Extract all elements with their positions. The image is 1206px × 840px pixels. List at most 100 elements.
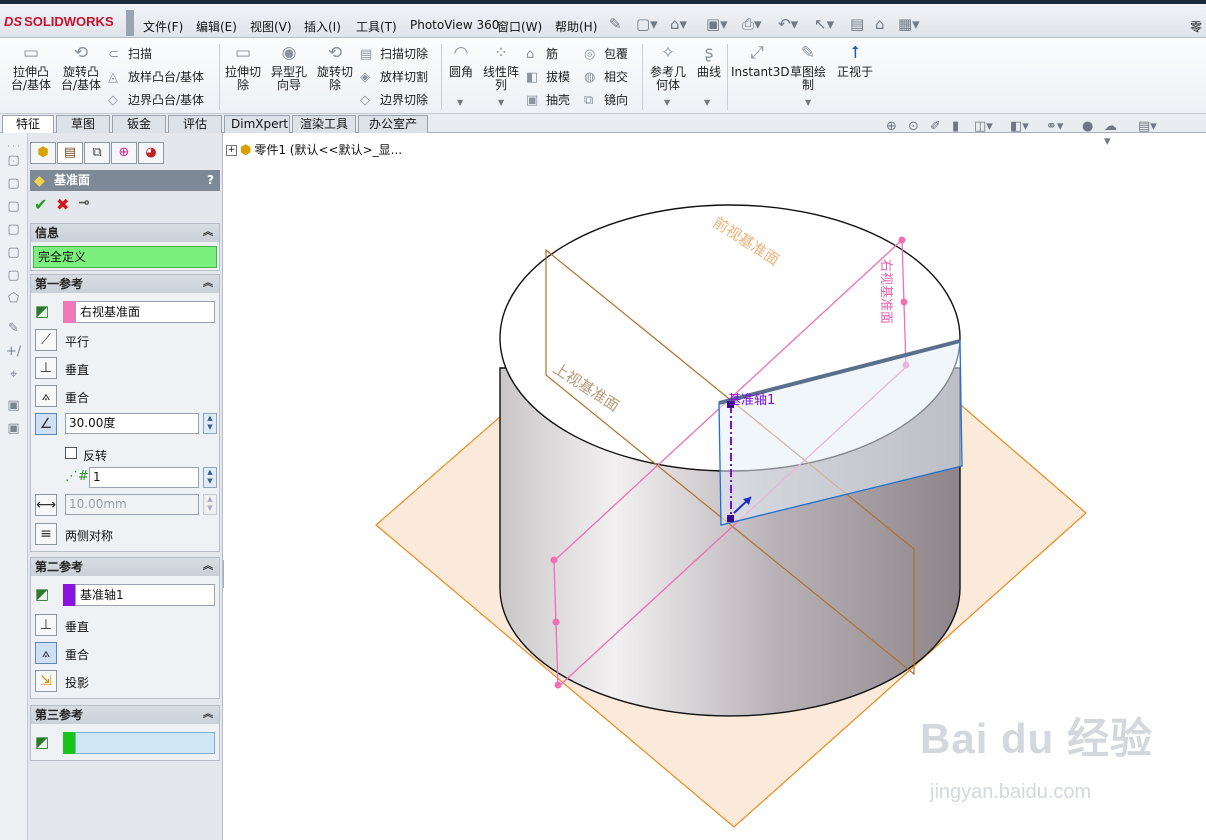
open-file-icon[interactable]: ⌂▾ xyxy=(670,15,687,33)
instant3d-button[interactable]: ⤢ Instant3D xyxy=(731,42,790,79)
cube-icon[interactable]: ▢ xyxy=(5,153,22,168)
collapse-icon[interactable]: ︽ xyxy=(203,706,213,724)
menu-help[interactable]: 帮助(H) xyxy=(555,18,597,35)
ok-check-icon[interactable]: ✔ xyxy=(34,195,47,214)
layer-icon[interactable]: ▣ xyxy=(5,421,22,436)
revolve-boss-button[interactable]: ⟲ 旋转凸 台/基体 xyxy=(58,42,104,92)
mid-plane-icon[interactable]: ≡ xyxy=(35,523,57,545)
plane-handle[interactable] xyxy=(550,556,558,564)
plane-handle[interactable] xyxy=(552,618,560,626)
section-view-icon[interactable]: ▮ xyxy=(952,119,959,134)
sketch-button[interactable]: ✎ 草图绘 制 xyxy=(787,42,829,92)
rebuild-icon[interactable]: ▤ xyxy=(850,15,864,33)
cancel-x-icon[interactable]: ✖ xyxy=(56,195,69,214)
tab-office-products[interactable]: 办公室产品 xyxy=(358,115,428,148)
feature-tree-tab-icon[interactable]: ⬢ xyxy=(30,142,56,164)
view-orientation-icon[interactable]: ◫▾ xyxy=(974,119,993,134)
property-manager-tab-icon[interactable]: ▤ xyxy=(57,142,83,164)
flip-checkbox[interactable] xyxy=(65,447,77,459)
pushpin-icon[interactable]: ⊸ xyxy=(78,195,90,211)
perpendicular-icon[interactable]: ⊥ xyxy=(35,357,57,379)
extrude-boss-button[interactable]: ▭ 拉伸凸 台/基体 xyxy=(8,42,54,92)
angle-input[interactable]: 30.00度 xyxy=(65,413,199,434)
menu-edit[interactable]: 编辑(E) xyxy=(196,18,237,35)
scene-icon[interactable]: ☁▾ xyxy=(1104,119,1117,149)
cube-icon[interactable]: ▢ xyxy=(5,176,22,191)
linear-pattern-button[interactable]: ⁘ 线性阵 列 xyxy=(481,42,521,92)
layer-icon[interactable]: ▣ xyxy=(5,398,22,413)
second-reference-selection[interactable]: ◩ 基准轴1 xyxy=(35,582,219,606)
revolve-cut-button[interactable]: ⟲ 旋转切 除 xyxy=(314,42,356,92)
parallel-icon[interactable]: ⟋ xyxy=(35,329,57,351)
info-group-header[interactable]: 信息 ︽ xyxy=(31,224,219,242)
wrap-button[interactable]: ◎ 包覆 xyxy=(584,45,628,62)
options-icon[interactable]: ▦▾ xyxy=(898,15,920,33)
draft-button[interactable]: ◧ 拔模 xyxy=(526,68,570,85)
save-icon[interactable]: ▣▾ xyxy=(706,15,728,33)
reference-geometry-button[interactable]: ✧ 参考几 何体 xyxy=(646,42,690,92)
third-reference-selection[interactable]: ◩ xyxy=(35,730,219,754)
plane-handle[interactable] xyxy=(900,298,908,306)
sweep-button[interactable]: ⊂ 扫描 xyxy=(108,45,152,62)
shell-button[interactable]: ▣ 抽壳 xyxy=(526,91,570,108)
undo-icon[interactable]: ↶▾ xyxy=(778,15,798,33)
dimxpert-tab-icon[interactable]: ⊕ xyxy=(111,142,137,164)
menu-pin-handle[interactable] xyxy=(126,10,134,36)
menu-view[interactable]: 视图(V) xyxy=(250,18,292,35)
tab-sketch[interactable]: 草图 xyxy=(56,115,110,133)
fillet-dropdown-icon[interactable]: ▼ xyxy=(457,98,463,107)
curves-dropdown-icon[interactable]: ▼ xyxy=(704,98,710,107)
project-icon[interactable]: ⇲ xyxy=(35,670,57,692)
new-file-icon[interactable]: ▢▾ xyxy=(636,15,658,33)
cube-icon[interactable]: ▢ xyxy=(5,222,22,237)
zoom-area-icon[interactable]: ⊙ xyxy=(908,119,919,134)
second-reference-header[interactable]: 第二参考 ︽ xyxy=(31,558,219,576)
intersect-button[interactable]: ◍ 相交 xyxy=(584,68,628,85)
cube-icon[interactable]: ⬠ xyxy=(5,291,22,306)
extrude-cut-button[interactable]: ▭ 拉伸切 除 xyxy=(222,42,264,92)
first-reference-field[interactable]: 右视基准面 xyxy=(75,301,215,323)
appearance-icon[interactable]: ● xyxy=(1082,119,1093,134)
pattern-dropdown-icon[interactable]: ▼ xyxy=(498,98,504,107)
axis-endpoint[interactable] xyxy=(727,515,734,522)
distance-icon[interactable]: ⟷ xyxy=(35,494,57,516)
swept-cut-button[interactable]: ▤ 扫描切除 xyxy=(360,45,428,62)
plane-handle[interactable] xyxy=(898,236,906,244)
previous-view-icon[interactable]: ✐ xyxy=(930,119,941,134)
tab-render-tools[interactable]: 渲染工具 xyxy=(292,115,356,133)
plane-count-input[interactable]: 1 xyxy=(89,467,199,488)
tab-features[interactable]: 特征 xyxy=(2,115,54,134)
sketch-tool-icon[interactable]: ⌖ xyxy=(5,367,22,382)
view-settings-icon[interactable]: ▤▾ xyxy=(1138,119,1157,134)
cube-icon[interactable]: ▢ xyxy=(5,199,22,214)
select-icon[interactable]: ↖▾ xyxy=(814,15,834,33)
third-reference-header[interactable]: 第三参考 ︽ xyxy=(31,706,219,724)
distance-option[interactable]: ⟷ 10.00mm ▲ ▼ xyxy=(35,494,219,518)
solidworks-logo[interactable]: DS SOLIDWORKS xyxy=(4,14,120,36)
hide-show-icon[interactable]: ⚭▾ xyxy=(1046,119,1063,134)
plane-count-option[interactable]: ⋰# 1 ▲ ▼ xyxy=(35,467,219,491)
angle-icon[interactable]: ∠ xyxy=(35,413,57,435)
third-reference-field[interactable] xyxy=(75,732,215,754)
perpendicular-icon[interactable]: ⊥ xyxy=(35,614,57,636)
feature-tree-flyout[interactable]: + ⬢ 零件1 (默认<<默认>_显... xyxy=(226,141,402,158)
configuration-manager-tab-icon[interactable]: ⧉ xyxy=(84,142,110,164)
count-spinner[interactable]: ▲ ▼ xyxy=(203,467,217,488)
angle-option[interactable]: ∠ 30.00度 ▲ ▼ xyxy=(35,413,219,437)
rib-button[interactable]: ⌂ 筋 xyxy=(526,45,558,62)
menu-file[interactable]: 文件(F) xyxy=(143,18,183,35)
file-properties-icon[interactable]: ⌂ xyxy=(875,15,885,33)
lofted-cut-button[interactable]: ◈ 放样切割 xyxy=(360,68,428,85)
ref-geom-dropdown-icon[interactable]: ▼ xyxy=(664,98,670,107)
coincident-icon[interactable]: ⟑ xyxy=(35,642,57,664)
expand-icon[interactable]: + xyxy=(226,145,237,156)
mirror-button[interactable]: ⧉ 镜向 xyxy=(584,91,628,108)
menu-photoview[interactable]: PhotoView 360 xyxy=(410,18,499,32)
angle-spinner[interactable]: ▲ ▼ xyxy=(203,413,217,434)
help-button[interactable]: ? xyxy=(207,170,214,191)
loft-button[interactable]: ◬ 放样凸台/基体 xyxy=(108,68,204,85)
menu-insert[interactable]: 插入(I) xyxy=(304,18,341,35)
tab-sheet-metal[interactable]: 钣金 xyxy=(112,115,166,133)
plane-handle[interactable] xyxy=(554,681,562,689)
print-icon[interactable]: ⎙▾ xyxy=(742,15,762,33)
